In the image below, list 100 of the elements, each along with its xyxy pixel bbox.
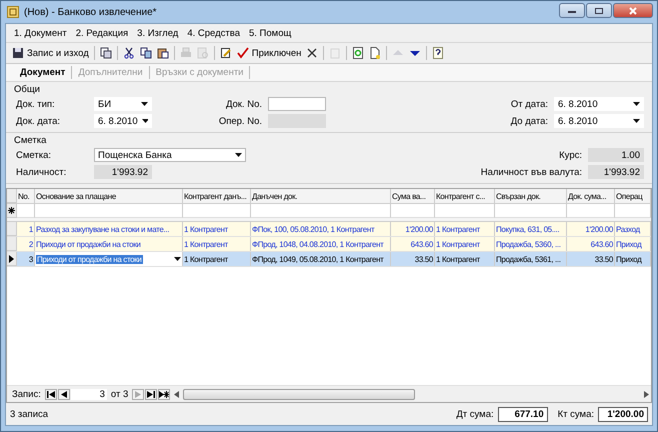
- table-cell: 1'200.00: [585, 224, 613, 234]
- table-cell: Приход: [616, 240, 642, 248]
- pencil-document-icon: [220, 47, 232, 59]
- field-label: Док. No.: [224, 98, 262, 110]
- toolbar-icon-button[interactable]: [154, 46, 171, 60]
- column-header[interactable]: No.: [17, 189, 35, 203]
- table-cell: 33.50: [414, 254, 433, 264]
- caret-icon: [174, 257, 181, 261]
- table-row[interactable]: 1 Разход за закупуване на стоки и мате... 1 Контрагент ФПок, 100, 05.08.2010, 1 Контрагент 1'200.00 1 Контрагент Покупка, 631, 05.... 1'200.00 Разход: [7, 222, 651, 237]
- table-row[interactable]: 3 Приходи от продажби на стоки 1 Контрагент ФПрод, 1049, 05.08.2010, 1 Контрагент 33.50 1 Контрагент Продажба, 5361, ... 33.50 Приход: [7, 252, 651, 267]
- column-header[interactable]: Основание за плащане: [35, 189, 183, 203]
- input-field[interactable]: 1'993.92: [94, 165, 152, 179]
- previous-record-button[interactable]: [58, 388, 70, 400]
- group-title: Общи: [14, 84, 40, 95]
- previous-icon: [60, 390, 67, 398]
- menu-item[interactable]: 3. Изглед: [137, 28, 178, 38]
- maximize-icon: [594, 6, 604, 14]
- dropdown-field[interactable]: 6. 8.2010: [94, 114, 152, 128]
- maximize-button[interactable]: [586, 3, 612, 18]
- column-header[interactable]: Сума ва...: [391, 189, 435, 203]
- field-label: Наличност:: [16, 166, 68, 178]
- field-label: Док. дата:: [16, 116, 62, 126]
- dropdown-field[interactable]: Пощенска Банка: [94, 148, 246, 162]
- field-label: Опер. No.: [218, 116, 262, 126]
- document-icon: [329, 47, 342, 59]
- table-cell: Разход за закупуване на стоки и мате...: [36, 224, 170, 234]
- table-cell: 1: [28, 224, 33, 234]
- navigator-label: Запис:: [11, 388, 42, 400]
- group-title: Сметка: [14, 135, 46, 146]
- table-cell: 3: [28, 254, 33, 264]
- field-label: Наличност във валута:: [480, 166, 582, 178]
- table-cell: 33.50: [594, 254, 613, 264]
- table-row[interactable]: 2 Приходи от продажби на стоки 1 Контрагент ФПрод, 1048, 04.08.2010, 1 Контрагент 643.60 1 Контрагент Продажба, 5360, ... 643.60 Приход: [7, 237, 651, 252]
- menu-item[interactable]: 1. Документ: [14, 28, 67, 38]
- row-header[interactable]: [7, 204, 17, 218]
- column-header[interactable]: Док. сума...: [567, 189, 615, 203]
- table-cell: ФПок, 100, 05.08.2010, 1 Контрагент: [252, 224, 374, 234]
- current-row-icon: [9, 254, 14, 262]
- horizontal-scrollbar[interactable]: [174, 388, 649, 400]
- first-icon: [46, 390, 55, 398]
- new-record-button[interactable]: [158, 388, 170, 400]
- close-icon: [628, 6, 638, 14]
- input-field[interactable]: 1.00: [588, 148, 644, 162]
- caret-icon: [633, 102, 640, 106]
- table-cell: Продажба, 5360, ...: [496, 240, 561, 248]
- table-cell: 643.60: [590, 240, 613, 248]
- tab[interactable]: Документ: [14, 66, 72, 79]
- cell-editor[interactable]: Приходи от продажби на стоки: [36, 254, 143, 264]
- record-count: от 3: [110, 388, 130, 400]
- toolbar-icon-button[interactable]: [98, 46, 114, 60]
- table-cell: 1'200.00: [405, 224, 433, 234]
- scissors-icon: [122, 47, 135, 59]
- last-icon: [147, 390, 156, 398]
- table-cell: 1 Контрагент: [436, 240, 480, 248]
- new-record-icon: [159, 390, 170, 398]
- toolbar-button[interactable]: Приключен: [234, 46, 304, 60]
- caret-icon: [235, 153, 242, 157]
- row-header[interactable]: [7, 252, 17, 266]
- dropdown-field[interactable]: 6. 8.2010: [554, 114, 644, 128]
- table-cell: 643.60: [410, 240, 433, 248]
- toolbar-button[interactable]: Запис и изход: [10, 46, 91, 60]
- dropdown-field[interactable]: БИ: [94, 97, 152, 111]
- table-cell: 1 Контрагент: [184, 254, 228, 264]
- new-row-icon: [8, 207, 15, 214]
- table-cell: Покупка, 631, 05....: [496, 224, 560, 234]
- minimize-button[interactable]: [559, 3, 585, 18]
- input-field[interactable]: 1'993.92: [588, 165, 644, 179]
- record-count-status: 3 записа: [10, 408, 48, 420]
- copy-document-icon: [100, 47, 112, 59]
- scroll-left-icon: [174, 390, 180, 398]
- menu-item[interactable]: 2. Редакция: [76, 28, 128, 38]
- column-header[interactable]: Контрагент данъ...: [183, 189, 251, 203]
- field-label: Сметка:: [16, 150, 52, 160]
- caret-icon: [633, 119, 640, 123]
- table-cell: 2: [28, 240, 33, 248]
- field-label: Курс:: [558, 150, 582, 160]
- credit-sum-value: 1'200.00: [598, 406, 648, 422]
- input-field[interactable]: [268, 97, 326, 111]
- field-label: От дата:: [510, 98, 548, 110]
- close-button[interactable]: [613, 3, 653, 18]
- table-cell: 1 Контрагент: [184, 224, 228, 234]
- first-record-button[interactable]: [44, 388, 57, 400]
- table-cell: Приходи от продажби на стоки: [36, 240, 141, 248]
- app-icon: [7, 6, 19, 18]
- last-record-button[interactable]: [145, 388, 158, 400]
- field-label: Док. тип:: [16, 98, 56, 110]
- menu-item[interactable]: 5. Помощ: [248, 28, 292, 38]
- record-number-field[interactable]: 3: [70, 388, 107, 400]
- column-header[interactable]: Свързан док.: [495, 189, 567, 203]
- column-header[interactable]: Операц: [615, 189, 651, 203]
- window-title: (Нов) - Банково извлечение*: [24, 6, 157, 18]
- print-preview-icon: [196, 47, 209, 59]
- dropdown-field[interactable]: 6. 8.2010: [554, 97, 644, 111]
- table-cell: ФПрод, 1049, 05.08.2010, 1 Контрагент: [252, 254, 384, 264]
- table-cell: ФПрод, 1048, 04.08.2010, 1 Контрагент: [252, 240, 384, 248]
- column-header[interactable]: Контрагент с...: [435, 189, 495, 203]
- menu-item[interactable]: 4. Средства: [187, 28, 240, 38]
- copy-icon: [140, 47, 152, 59]
- toolbar-icon-button[interactable]: [138, 46, 154, 60]
- column-header[interactable]: Данъчен док.: [251, 189, 391, 203]
